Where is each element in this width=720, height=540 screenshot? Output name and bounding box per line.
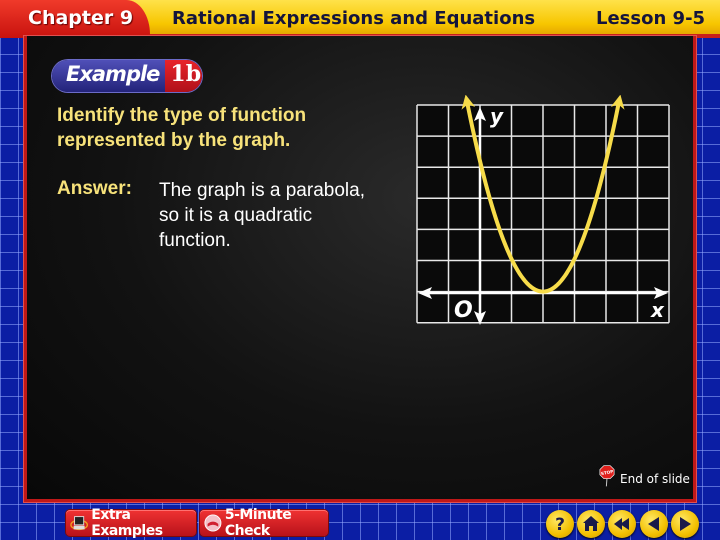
- five-minute-check-label: 5-Minute Check: [224, 507, 292, 539]
- lesson-label: Lesson 9-5: [596, 8, 706, 29]
- chapter-label: Chapter 9: [28, 7, 134, 29]
- question-icon: ?: [555, 515, 565, 535]
- rewind-icon: [614, 518, 629, 530]
- help-button[interactable]: ?: [546, 510, 574, 538]
- chapter-tab: Chapter 9: [0, 0, 150, 38]
- end-of-slide-label: End of slide: [620, 472, 690, 486]
- home-button[interactable]: [577, 510, 605, 538]
- end-of-slide: STOP End of slide: [596, 465, 690, 487]
- x-axis-label: x: [650, 298, 665, 322]
- next-icon: [680, 517, 691, 531]
- y-axis-label: y: [490, 104, 504, 128]
- example-word: Example: [52, 60, 166, 92]
- parabola-graph: y x O: [416, 95, 670, 325]
- previous-icon: [648, 517, 659, 531]
- home-icon: [583, 516, 599, 531]
- extra-examples-button[interactable]: Extra Examples: [66, 507, 196, 539]
- next-slide-button[interactable]: [671, 510, 699, 538]
- answer-text: The graph is a parabola, so it is a quad…: [159, 180, 365, 251]
- example-badge: Example 1b: [52, 60, 202, 92]
- stop-sign-icon: STOP: [599, 465, 615, 487]
- previous-slide-button[interactable]: [640, 510, 668, 538]
- svg-text:?: ?: [555, 515, 565, 535]
- header-bar: Chapter 9 Rational Expressions and Equat…: [0, 0, 720, 38]
- chapter-title: Rational Expressions and Equations: [172, 8, 536, 29]
- answer-label: Answer:: [57, 178, 132, 199]
- question-text: Identify the type of function represente…: [57, 105, 307, 151]
- origin-label: O: [454, 298, 473, 323]
- computer-icon: [70, 516, 89, 531]
- extra-examples-label: Extra Examples: [91, 507, 163, 539]
- five-minute-check-button[interactable]: 5-Minute Check: [200, 507, 328, 539]
- first-slide-button[interactable]: [608, 510, 636, 538]
- example-number: 1b: [165, 60, 202, 92]
- check-clock-icon: [204, 514, 222, 532]
